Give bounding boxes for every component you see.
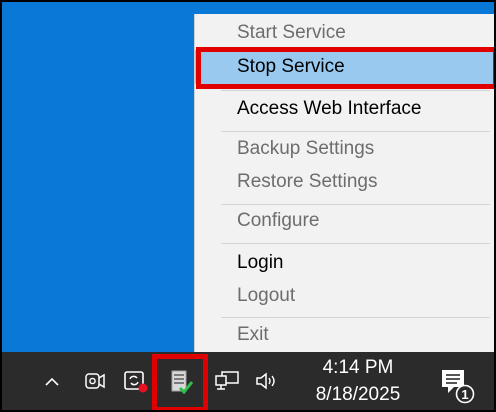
menu-item-exit[interactable]: Exit — [195, 318, 494, 352]
clock-time: 4:14 PM — [322, 357, 394, 378]
menu-separator — [221, 90, 490, 91]
network-icon[interactable] — [210, 366, 244, 396]
menu-separator — [221, 243, 490, 244]
speaker-icon[interactable] — [250, 366, 284, 396]
notification-icon[interactable]: 1 — [432, 360, 482, 408]
tray-context-menu: Start Service Stop Service Access Web In… — [194, 14, 494, 352]
chevron-up-icon[interactable] — [40, 368, 64, 396]
clock-date: 8/18/2025 — [315, 384, 401, 405]
menu-item-backup-settings[interactable]: Backup Settings — [195, 132, 494, 166]
menu-item-stop-service[interactable]: Stop Service — [195, 50, 494, 84]
desktop-background — [2, 2, 196, 352]
menu-item-login[interactable]: Login — [195, 246, 494, 280]
sync-icon[interactable] — [118, 364, 154, 398]
service-tray-icon[interactable] — [162, 364, 200, 400]
menu-item-access-web-interface[interactable]: Access Web Interface — [195, 92, 494, 126]
screen-frame: Start Service Stop Service Access Web In… — [0, 0, 496, 412]
notification-count: 1 — [461, 387, 468, 402]
camera-icon[interactable] — [80, 366, 110, 396]
menu-item-restore-settings[interactable]: Restore Settings — [195, 165, 494, 199]
menu-item-configure[interactable]: Configure — [195, 204, 494, 238]
menu-item-start-service[interactable]: Start Service — [195, 16, 494, 50]
taskbar-clock[interactable]: 4:14 PM 8/18/2025 — [298, 354, 418, 408]
taskbar: 4:14 PM 8/18/2025 1 — [2, 352, 494, 410]
menu-item-logout[interactable]: Logout — [195, 279, 494, 313]
